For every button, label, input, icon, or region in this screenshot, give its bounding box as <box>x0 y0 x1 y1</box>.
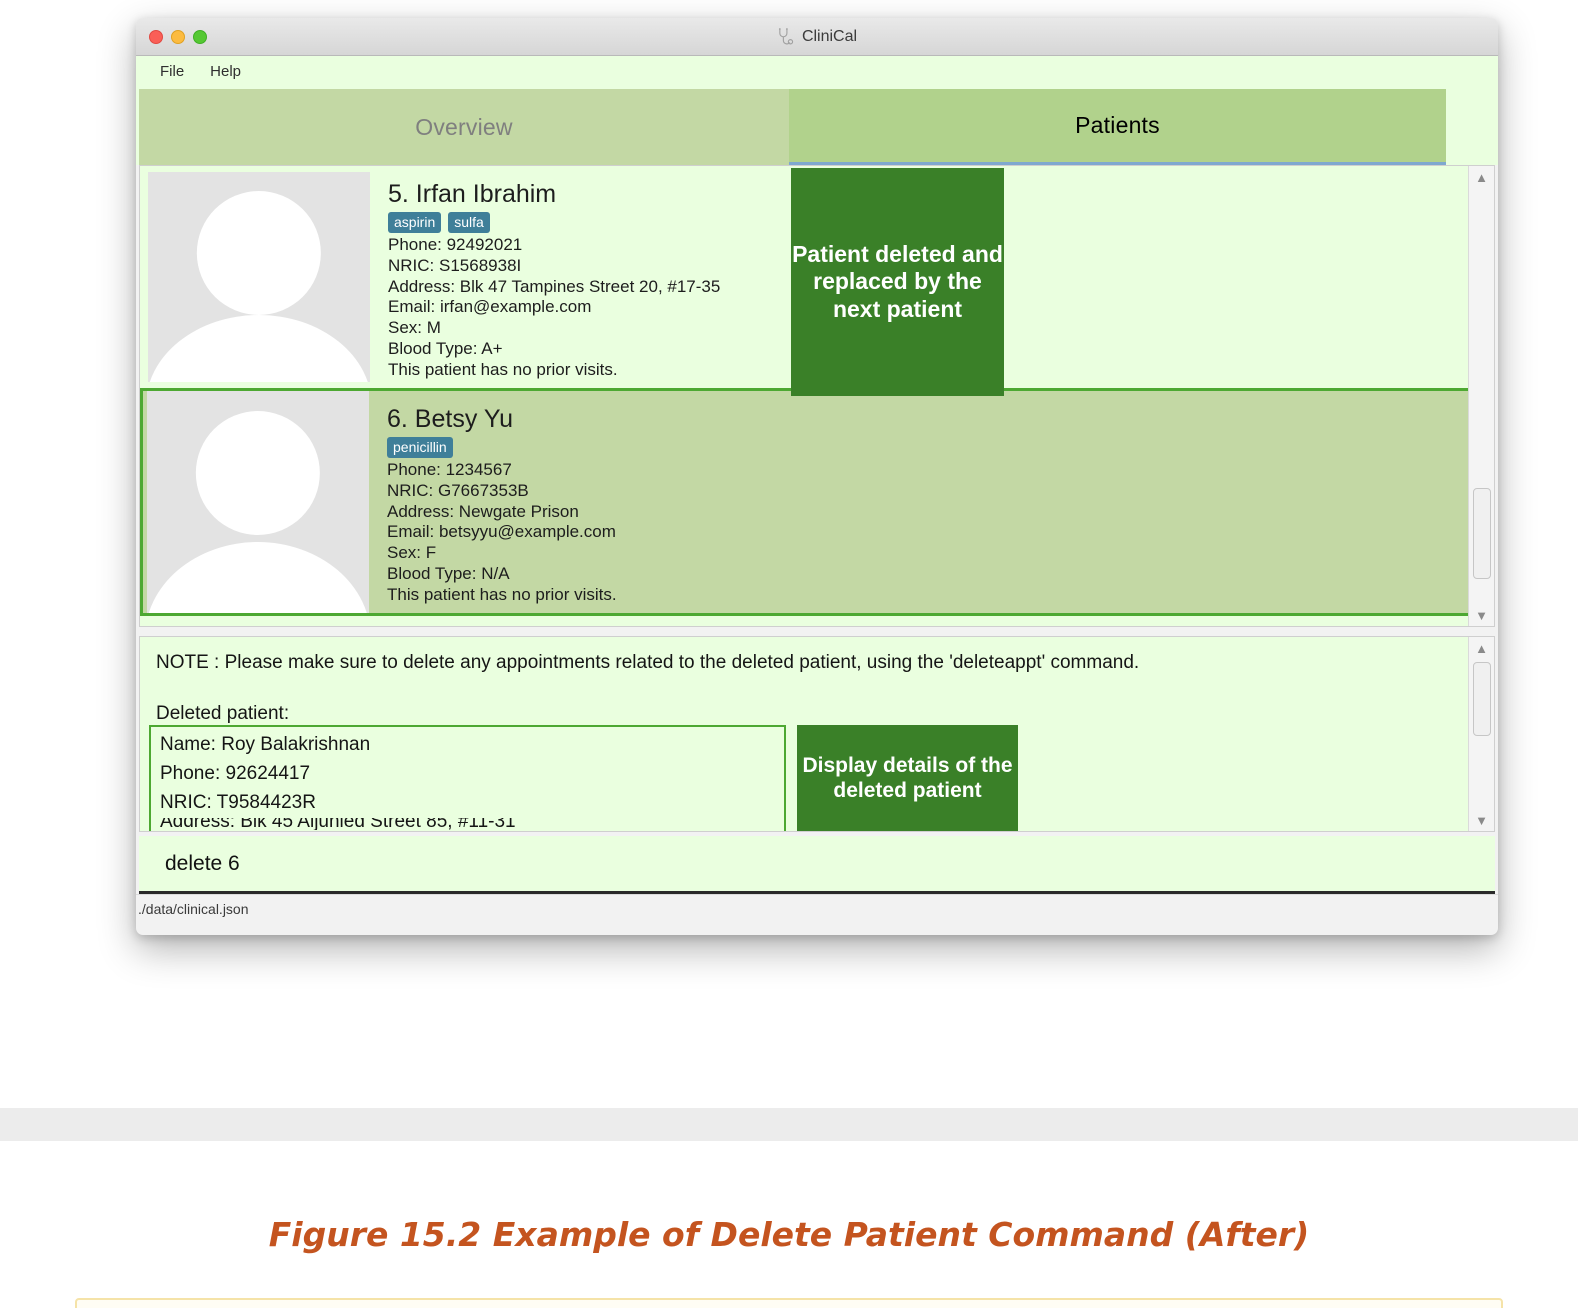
patient-blood: Blood Type: N/A <box>387 563 510 583</box>
figure-page: CliniCal File Help Overview Patients 5. … <box>0 0 1578 1308</box>
status-bar-path: ./data/clinical.json <box>138 900 249 917</box>
avatar <box>148 172 370 382</box>
scroll-up-icon[interactable]: ▲ <box>1469 166 1495 188</box>
deleted-patient-details: Name: Roy Balakrishnan Phone: 92624417 N… <box>149 725 786 831</box>
scroll-thumb[interactable] <box>1472 487 1491 580</box>
allergy-tag: aspirin <box>388 212 442 234</box>
status-bar: ./data/clinical.json <box>136 894 1498 922</box>
patient-email: Email: betsyyu@example.com <box>387 522 616 542</box>
deleted-patient-nric: NRIC: T9584423R <box>160 791 316 813</box>
page-divider-band <box>0 1108 1578 1141</box>
avatar-head-icon <box>196 190 322 316</box>
allergy-tag-list: penicillin <box>387 437 1491 459</box>
command-input-row[interactable]: delete 6 <box>139 836 1495 894</box>
patient-phone: Phone: 1234567 <box>387 460 512 480</box>
command-input[interactable]: delete 6 <box>165 852 240 876</box>
scroll-track[interactable] <box>1469 659 1495 809</box>
patient-list-panel[interactable]: 5. Irfan Ibrahim aspirin sulfa Phone: 92… <box>139 165 1495 627</box>
patient-list-scrollbar[interactable]: ▲ ▼ <box>1468 166 1494 626</box>
window-title-group: CliniCal <box>136 18 1498 56</box>
scroll-track[interactable] <box>1469 188 1495 604</box>
patient-name: 6. Betsy Yu <box>387 405 514 433</box>
scroll-thumb[interactable] <box>1472 662 1491 736</box>
allergy-tag: penicillin <box>387 437 453 459</box>
result-panel-scrollbar[interactable]: ▲ ▼ <box>1468 637 1494 831</box>
avatar-head-icon <box>195 410 321 536</box>
figure-caption: Figure 15.2 Example of Delete Patient Co… <box>268 1215 1310 1254</box>
avatar <box>147 391 369 613</box>
scroll-down-icon[interactable]: ▼ <box>1469 809 1495 831</box>
deleted-patient-address: Address: Blk 45 Aljunied Street 85, #11-… <box>160 817 516 830</box>
app-window: CliniCal File Help Overview Patients 5. … <box>136 18 1498 935</box>
deleted-patient-label: Deleted patient: <box>156 702 290 724</box>
annotation-callout-1-text: Patient deleted and replaced by the next… <box>792 241 1003 322</box>
menu-item-help[interactable]: Help <box>210 63 241 80</box>
callout-box-partial <box>75 1298 1503 1308</box>
window-titlebar: CliniCal <box>136 18 1498 56</box>
deleted-patient-phone: Phone: 92624417 <box>160 762 311 784</box>
tab-strip: Overview Patients <box>136 86 1498 165</box>
tab-overview[interactable]: Overview <box>139 89 789 165</box>
patient-nric: NRIC: G7667353B <box>387 480 529 500</box>
scroll-up-icon[interactable]: ▲ <box>1469 637 1495 659</box>
window-title: CliniCal <box>801 28 858 45</box>
patient-visits: This patient has no prior visits. <box>387 584 617 604</box>
avatar-body-icon <box>147 541 369 613</box>
tab-overview-label: Overview <box>415 113 513 140</box>
result-note: NOTE : Please make sure to delete any ap… <box>156 652 1140 673</box>
deleted-patient-name: Name: Roy Balakrishnan <box>160 734 371 755</box>
tab-patients[interactable]: Patients <box>789 89 1446 165</box>
annotation-callout-2-text: Display details of the deleted patient <box>802 754 1013 802</box>
result-display-panel[interactable]: NOTE : Please make sure to delete any ap… <box>139 636 1495 832</box>
patient-card-selected[interactable]: 6. Betsy Yu penicillin Phone: 1234567 NR… <box>140 388 1494 616</box>
annotation-callout-patient-deleted: Patient deleted and replaced by the next… <box>791 168 1004 396</box>
result-text: NOTE : Please make sure to delete any ap… <box>140 637 1494 726</box>
stethoscope-icon <box>778 27 794 44</box>
tab-patients-label: Patients <box>1075 112 1160 138</box>
allergy-tag: sulfa <box>448 212 490 234</box>
menu-item-file[interactable]: File <box>160 63 184 80</box>
patient-sex: Sex: F <box>387 543 437 563</box>
avatar-body-icon <box>148 314 370 382</box>
deleted-patient-address-clipped: Address: Blk 45 Aljunied Street 85, #11-… <box>160 818 784 830</box>
patient-info: 6. Betsy Yu penicillin Phone: 1234567 NR… <box>369 391 1491 613</box>
annotation-callout-display-details: Display details of the deleted patient <box>797 725 1018 831</box>
scroll-down-icon[interactable]: ▼ <box>1469 604 1495 626</box>
patient-address: Address: Newgate Prison <box>387 501 579 521</box>
menu-bar: File Help <box>136 56 1498 86</box>
